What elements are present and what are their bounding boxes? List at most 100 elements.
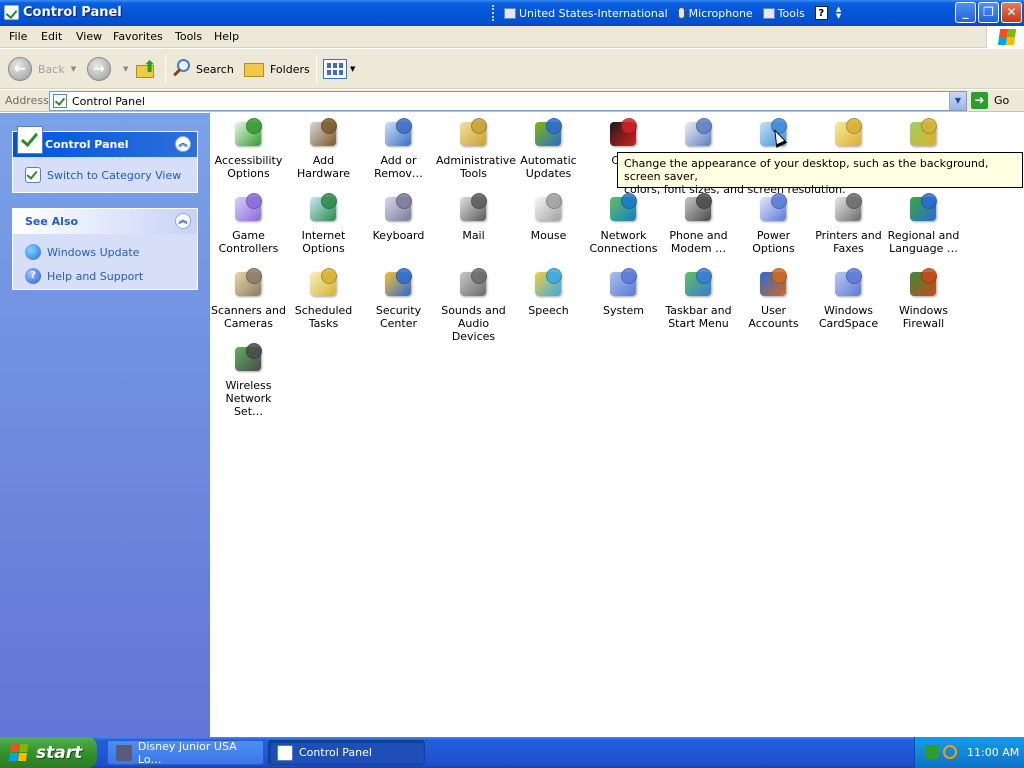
windows-update-link[interactable]: Windows Update [13, 240, 197, 264]
network-connections-icon [607, 191, 641, 225]
control-panel-item[interactable]: System [586, 266, 661, 317]
control-panel-item[interactable]: Windows CardSpace [811, 266, 886, 330]
control-panel-item[interactable] [886, 116, 961, 154]
control-panel-item[interactable]: Regional and Language … [886, 191, 961, 255]
control-panel-item[interactable]: Network Connections [586, 191, 661, 255]
control-panel-item[interactable]: Automatic Updates [511, 116, 586, 180]
microphone-label: Microphone [688, 6, 753, 20]
start-button[interactable]: start [0, 737, 97, 768]
menu-file[interactable]: File [9, 30, 27, 43]
see-also-box-header[interactable]: See Also ︽ [13, 209, 197, 234]
forward-button[interactable]: → ▼ [87, 55, 128, 83]
item-label-line-1: Wireless [225, 379, 272, 392]
menu-favorites[interactable]: Favorites [113, 30, 163, 43]
go-button[interactable]: ➜ Go [971, 92, 1009, 109]
tools-icon [762, 7, 775, 19]
control-panel-item[interactable]: Power Options [736, 191, 811, 255]
item-label-line-2: Connections [589, 242, 658, 255]
clock[interactable]: 11:00 AM [967, 746, 1019, 759]
menu-edit[interactable]: Edit [41, 30, 62, 43]
tools-button[interactable]: Tools [762, 6, 805, 20]
control-panel-item[interactable]: Accessibility Options [211, 116, 286, 180]
control-panel-item[interactable]: Game Controllers [211, 191, 286, 255]
control-panel-app-icon[interactable] [4, 5, 19, 20]
address-input[interactable]: Control Panel ▼ [49, 91, 967, 111]
windows-logo-icon [986, 26, 1024, 48]
tools-label: Tools [777, 6, 805, 20]
control-panel-item[interactable]: Wireless Network Set… [211, 341, 286, 418]
search-tray-icon[interactable] [943, 745, 957, 759]
item-label-line-2: Tools [459, 167, 488, 180]
regional-language-icon [907, 191, 941, 225]
control-panel-item[interactable]: Taskbar and Start Menu [661, 266, 736, 330]
minimize-button[interactable]: _ [955, 2, 976, 23]
menu-help[interactable]: Help [214, 30, 239, 43]
toolbar: ← Back ▼ → ▼ ⬆ Search Folders ▼ [0, 49, 1024, 89]
forward-dropdown-icon[interactable]: ▼ [123, 65, 128, 73]
control-panel-item[interactable]: Mail [436, 191, 511, 242]
taskbar-item-label: Disney Junior USA Lo… [137, 739, 237, 766]
control-panel-item[interactable]: Phone and Modem … [661, 191, 736, 255]
restore-button[interactable]: ❐ [978, 2, 999, 23]
network-tray-icon[interactable] [925, 745, 939, 759]
address-value: Control Panel [72, 95, 145, 108]
up-folder-button[interactable]: ⬆ [134, 55, 158, 83]
langbar-options-arrows-icon[interactable]: ▲ ▼ [836, 6, 841, 20]
security-center-icon [382, 266, 416, 300]
control-panel-box-header[interactable]: Control Panel ︽ [13, 126, 197, 157]
control-panel-item[interactable] [811, 116, 886, 154]
game-controllers-icon [232, 191, 266, 225]
back-label: Back [38, 62, 65, 76]
search-button[interactable]: Search [172, 55, 234, 83]
control-panel-item[interactable]: Sounds and Audio Devices [436, 266, 511, 343]
switch-to-category-view-link[interactable]: Switch to Category View [13, 163, 197, 187]
back-arrow-icon: ← [8, 57, 32, 81]
phone-modem-icon [682, 191, 716, 225]
back-dropdown-icon[interactable]: ▼ [71, 65, 76, 73]
folder-up-icon: ⬆ [134, 57, 158, 81]
control-panel-icon [17, 126, 43, 154]
control-panel-item[interactable]: Mouse [511, 191, 586, 242]
control-panel-item[interactable]: Printers and Faxes [811, 191, 886, 255]
control-panel-item[interactable]: Keyboard [361, 191, 436, 242]
taskbar-item-disney[interactable]: Disney Junior USA Lo… [107, 739, 264, 766]
close-button[interactable]: ✕ [1001, 2, 1022, 23]
item-label-line-2: Controllers [218, 242, 279, 255]
item-label-line-2: Firewall [902, 317, 945, 330]
control-panel-item[interactable]: Administrative Tools [436, 116, 516, 180]
wireless-network-icon [232, 341, 266, 375]
views-button[interactable]: ▼ [323, 55, 355, 83]
microphone-button[interactable]: Microphone [677, 6, 753, 20]
control-panel-item[interactable]: Add or Remov… [361, 116, 436, 180]
title-bar[interactable]: Control Panel United States-Internationa… [0, 0, 1024, 26]
windows-flag-icon [8, 743, 32, 762]
control-panel-item[interactable]: Speech [511, 266, 586, 317]
langbar-help-button[interactable]: ? [814, 6, 828, 20]
help-and-support-label: Help and Support [47, 269, 144, 283]
microphone-icon [677, 7, 685, 19]
control-panel-item[interactable] [661, 116, 736, 154]
collapse-icon[interactable]: ︽ [175, 136, 191, 152]
back-button[interactable]: ← Back ▼ [8, 55, 76, 83]
control-panel-item[interactable]: Windows Firewall [886, 266, 961, 330]
folders-button[interactable]: Folders [244, 55, 310, 83]
item-label-line-2: Network Set… [225, 392, 272, 418]
language-selector[interactable]: United States-International [504, 7, 668, 20]
collapse-icon[interactable]: ︽ [175, 213, 191, 229]
help-and-support-link[interactable]: ? Help and Support [13, 264, 197, 288]
control-panel-item[interactable]: Scheduled Tasks [286, 266, 361, 330]
search-icon [172, 59, 192, 79]
keyboard-icon [382, 191, 416, 225]
menu-tools[interactable]: Tools [175, 30, 202, 43]
control-panel-item[interactable]: Scanners and Cameras [211, 266, 286, 330]
control-panel-item[interactable]: Add Hardware [286, 116, 361, 180]
menu-view[interactable]: View [76, 30, 102, 43]
control-panel-item[interactable]: User Accounts [736, 266, 811, 330]
automatic-updates-icon [532, 116, 566, 150]
control-panel-item[interactable]: Security Center [361, 266, 436, 330]
language-bar-grip[interactable] [492, 5, 496, 21]
fonts-icon [907, 116, 941, 150]
control-panel-item[interactable]: Internet Options [286, 191, 361, 255]
taskbar-item-control-panel[interactable]: Control Panel [268, 740, 425, 765]
address-dropdown-icon[interactable]: ▼ [949, 92, 966, 110]
